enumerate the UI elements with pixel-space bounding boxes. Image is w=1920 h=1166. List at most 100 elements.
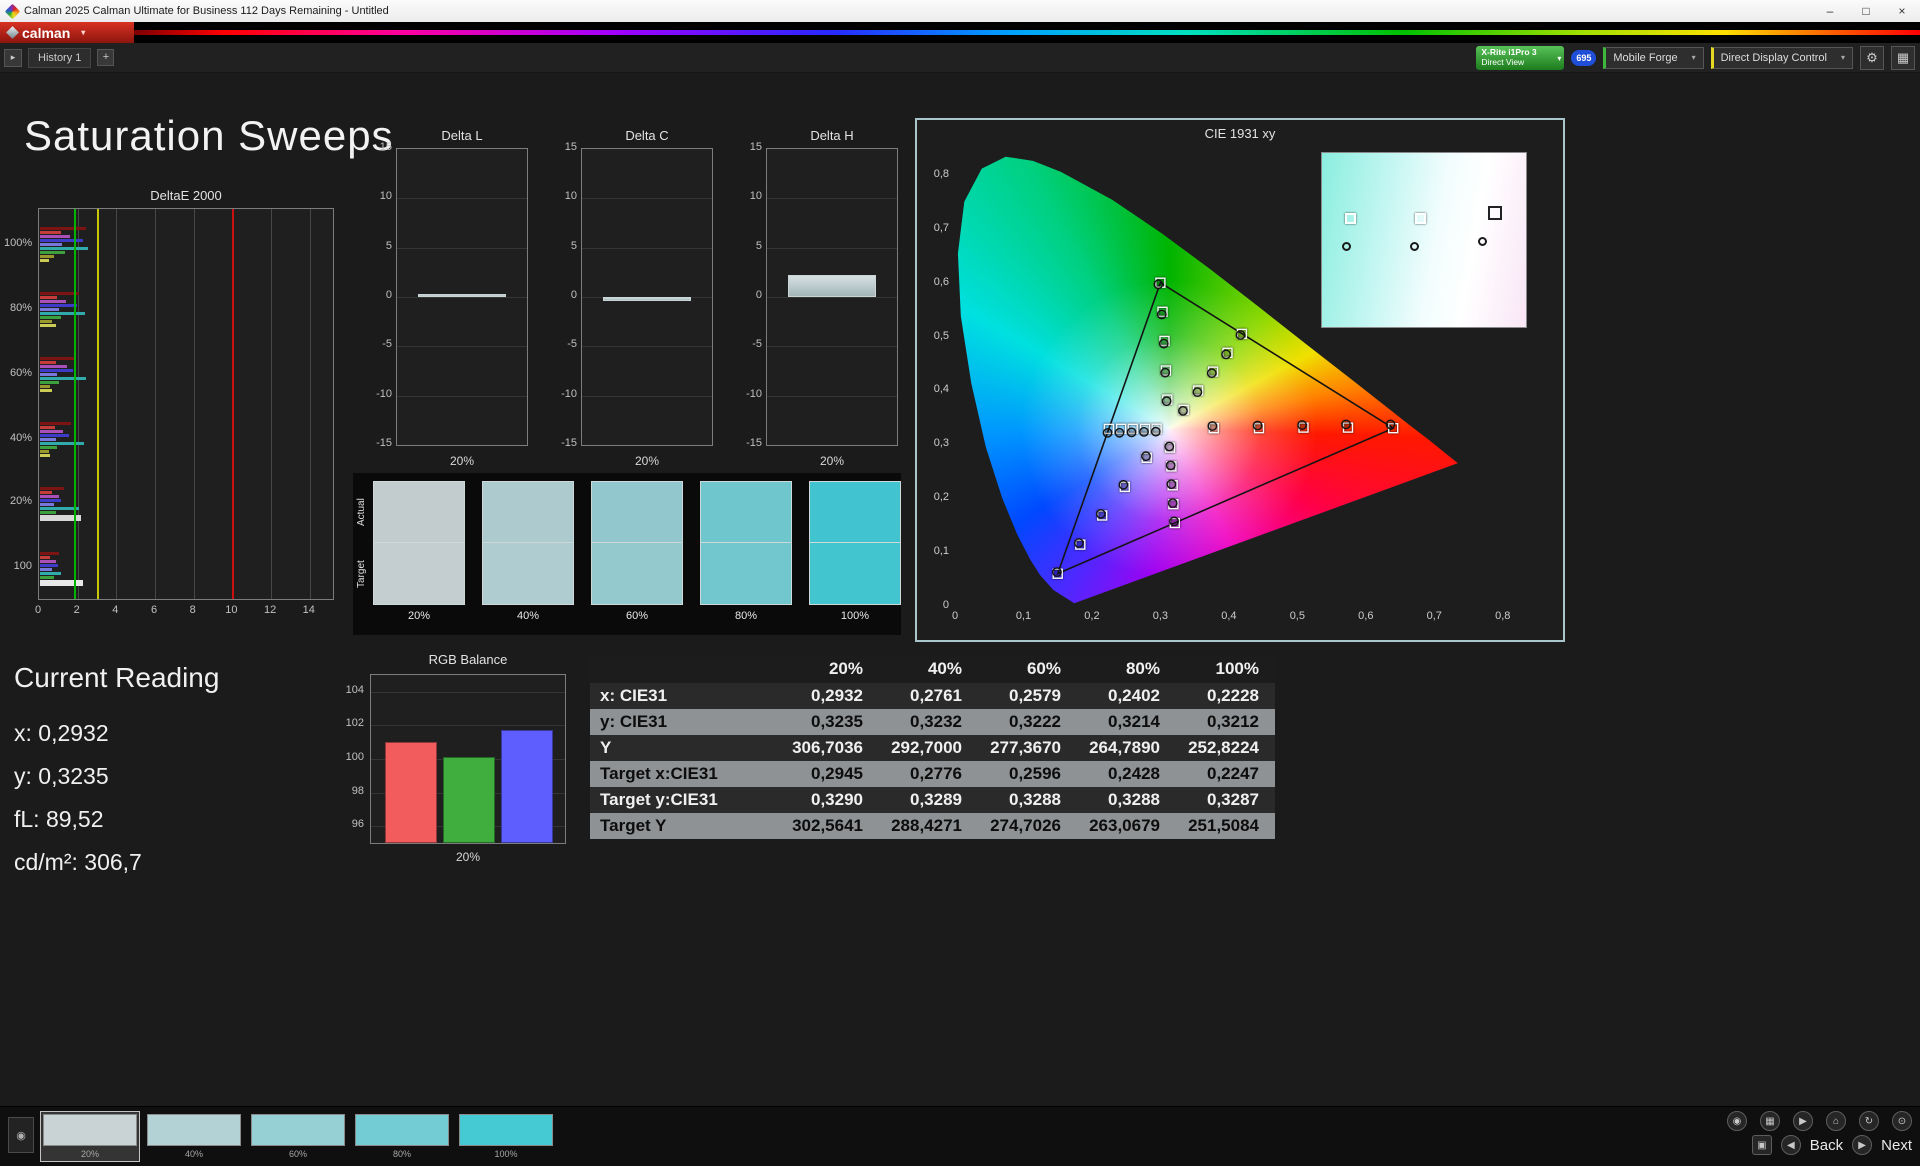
- inset-target-marker: [1415, 212, 1427, 224]
- gridline: [767, 297, 897, 298]
- refresh-button[interactable]: ↻: [1859, 1111, 1879, 1131]
- back-label[interactable]: Back: [1810, 1137, 1843, 1154]
- level-swatch-button-100%[interactable]: 100%: [456, 1111, 556, 1162]
- table-cell: 0,3288: [1009, 790, 1061, 809]
- gridline: [155, 209, 157, 599]
- axis-tick-label: 0,8: [1495, 610, 1511, 622]
- measured-point-marker: [1156, 309, 1167, 320]
- cie-y-axis: 0 0,1 0,2 0,3 0,4 0,5 0,6 0,7 0,8: [917, 120, 951, 640]
- measured-point-marker: [1118, 479, 1129, 490]
- axis-tick-label: 20%: [455, 850, 481, 864]
- swatch-column: 100%: [809, 481, 901, 622]
- deltae-bar: [40, 369, 73, 372]
- next-label[interactable]: Next: [1881, 1137, 1912, 1154]
- swatch-color: [355, 1114, 449, 1146]
- level-swatch-button-20%[interactable]: 20%: [40, 1111, 140, 1162]
- axis-tick-label: 0,1: [933, 545, 949, 558]
- gridline: [582, 247, 712, 249]
- reference-line: [232, 209, 235, 599]
- axis-tick-label: 98: [351, 784, 364, 797]
- measured-point-marker: [1385, 419, 1396, 430]
- pattern-grid-button[interactable]: ▦: [1760, 1111, 1780, 1131]
- deltae-bar: [40, 552, 60, 555]
- measured-point-marker: [1221, 349, 1231, 360]
- axis-tick-label: 96: [351, 818, 364, 831]
- actual-swatch: [809, 481, 901, 543]
- deltae-bar: [40, 450, 49, 453]
- measured-point-marker: [1167, 498, 1178, 508]
- gridline: [767, 395, 897, 397]
- deltae-bar: [40, 365, 68, 368]
- measured-point-marker: [1095, 508, 1106, 519]
- target-swatch: [591, 543, 683, 605]
- axis-tick-label: -15: [376, 437, 392, 449]
- reference-line: [97, 209, 99, 599]
- next-button[interactable]: ▶: [1852, 1135, 1873, 1155]
- actual-swatch: [700, 481, 792, 543]
- measured-point-marker: [1297, 420, 1307, 430]
- axis-tick-label: 100: [345, 751, 364, 763]
- level-swatch-button-60%[interactable]: 60%: [248, 1111, 348, 1162]
- row-label: Y: [600, 738, 612, 757]
- red-balance-bar: [385, 742, 437, 843]
- swatch-label: 40%: [184, 1149, 203, 1159]
- deltae-bar: [40, 251, 66, 254]
- axis-tick-label: 15: [749, 141, 762, 153]
- axis-tick-label: 2: [73, 604, 80, 616]
- deltae2000-x-axis: 0 2 4 6 8 10 12 14: [4, 604, 340, 620]
- measured-point-marker: [1207, 421, 1218, 431]
- axis-tick-label: 80%: [9, 302, 32, 314]
- axis-tick-label: -10: [746, 387, 762, 400]
- axis-tick-label: 60%: [625, 610, 649, 622]
- axis-tick-label: 6: [150, 604, 158, 616]
- level-swatch-button-80%[interactable]: 80%: [352, 1111, 452, 1162]
- chart-title: RGB Balance: [428, 652, 508, 667]
- axis-tick-label: 0,4: [1221, 610, 1237, 622]
- axis-tick-label: 0,1: [1015, 610, 1032, 622]
- cie-x-axis: 0 0,1 0,2 0,3 0,4 0,5 0,6 0,7 0,8: [917, 610, 1563, 626]
- axis-tick-label: 0,3: [1152, 610, 1169, 622]
- deltae-bar: [40, 576, 54, 579]
- gridline: [582, 198, 712, 200]
- axis-tick-label: 10: [564, 190, 577, 203]
- measured-point-marker: [1341, 419, 1351, 430]
- axis-tick-label: 0,3: [933, 437, 949, 450]
- table-cell: 0,2579: [1009, 686, 1061, 705]
- page-title: Saturation Sweeps: [24, 112, 394, 159]
- table-cell: 277,3670: [990, 738, 1061, 757]
- chart-title: CIE 1931 xy: [1204, 126, 1276, 141]
- axis-tick-label: 20%: [407, 610, 431, 622]
- gridline: [582, 395, 712, 397]
- deltae-bar: [40, 235, 70, 238]
- display-toggle-button[interactable]: ▣: [1751, 1135, 1772, 1155]
- deltae-bar: [40, 373, 58, 376]
- power-button[interactable]: ⊙: [1892, 1111, 1912, 1131]
- capture-button[interactable]: ◉: [1727, 1111, 1747, 1131]
- inset-measured-marker: [1410, 241, 1420, 251]
- level-swatch-button-40%[interactable]: 40%: [144, 1111, 244, 1162]
- delta-l-plot: [396, 148, 528, 446]
- delta-l-y-axis: 15 10 5 0 -5 -10 -15: [368, 128, 394, 476]
- axis-tick-label: 5: [385, 239, 392, 252]
- row-label: Target y:CIE31: [600, 790, 718, 809]
- gridline: [397, 247, 527, 249]
- reference-line: [73, 209, 76, 599]
- gridline: [371, 725, 565, 727]
- deltae-bar: [40, 259, 49, 262]
- measured-point-marker: [1126, 427, 1137, 438]
- gridline: [77, 209, 79, 599]
- axis-tick-label: 0: [570, 289, 577, 301]
- table-row: Target x:CIE31 0,2945 0,2776 0,2596 0,2428 0,…: [590, 761, 1275, 787]
- play-button[interactable]: ▶: [1793, 1111, 1813, 1131]
- gridline: [271, 209, 273, 599]
- swatch-color: [147, 1114, 241, 1146]
- delta-h-y-axis: 15 10 5 0 -5 -10 -15: [738, 128, 764, 476]
- home-button[interactable]: ⌂: [1826, 1111, 1846, 1131]
- preview-button[interactable]: ◉: [8, 1117, 34, 1153]
- measured-point-marker: [1192, 387, 1203, 398]
- back-button[interactable]: ◀: [1780, 1135, 1801, 1155]
- deltae-bar: [40, 300, 67, 303]
- swatch-columns: 20% 40% 60% 80% 100%: [373, 481, 901, 622]
- axis-tick-label: 100%: [840, 610, 870, 622]
- reading-line: x: 0,2932: [14, 720, 109, 746]
